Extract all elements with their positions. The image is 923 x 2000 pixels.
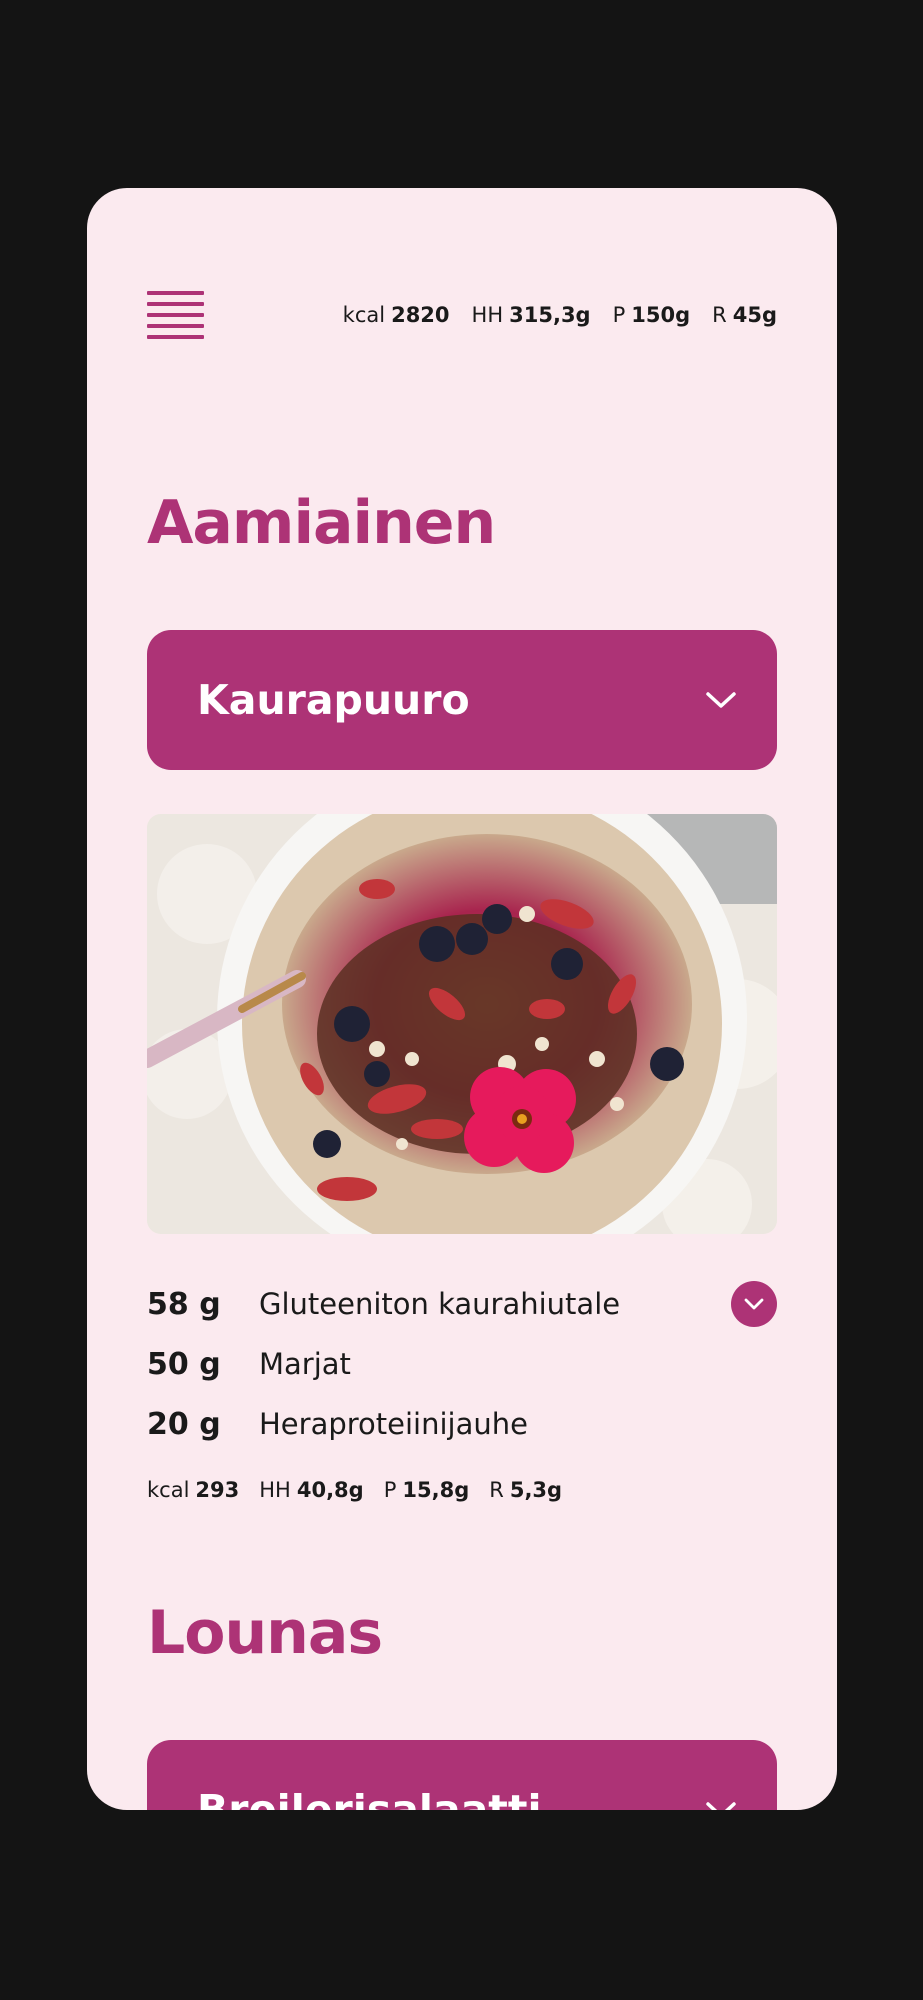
meal-carbs: HH 40,8g xyxy=(259,1478,364,1502)
menu-line xyxy=(147,335,204,339)
meal-name: Kaurapuuro xyxy=(197,676,470,724)
meal-photo xyxy=(147,814,777,1234)
daily-totals: kcal 2820 HH 315,3g P 150g R 45g xyxy=(343,303,777,327)
meal-dropdown-kaurapuuro[interactable]: Kaurapuuro xyxy=(147,630,777,770)
chevron-down-icon xyxy=(706,1802,736,1810)
ingredient-amount: 50 g xyxy=(147,1346,221,1382)
ingredient-amount: 58 g xyxy=(147,1286,221,1322)
section-title-breakfast: Aamiainen xyxy=(147,488,496,558)
meal-dropdown-broilerisalaatti[interactable]: Broilerisalaatti xyxy=(147,1740,777,1810)
menu-line xyxy=(147,324,204,328)
meal-kcal: kcal 293 xyxy=(147,1478,240,1502)
ingredient-name: Marjat xyxy=(259,1347,351,1381)
daily-kcal: kcal 2820 xyxy=(342,303,450,327)
daily-carbs: HH 315,3g xyxy=(471,303,591,327)
ingredient-row: 58 g Gluteeniton kaurahiutale xyxy=(147,1274,777,1334)
ingredient-list: 58 g Gluteeniton kaurahiutale 50 g Marja… xyxy=(147,1274,777,1454)
meal-fat: R 5,3g xyxy=(489,1478,563,1502)
daily-fat: R 45g xyxy=(712,303,777,327)
menu-line xyxy=(147,291,204,295)
ingredient-row: 50 g Marjat xyxy=(147,1334,777,1394)
porridge-bowl-image xyxy=(147,814,777,1234)
app-screen: kcal 2820 HH 315,3g P 150g R 45g Aamiainen K… xyxy=(87,188,837,1810)
hamburger-menu-icon[interactable] xyxy=(147,291,204,339)
ingredient-amount: 20 g xyxy=(147,1406,221,1442)
chevron-down-icon xyxy=(744,1298,764,1310)
meal-totals: kcal 293 HH 40,8g P 15,8g R 5,3g xyxy=(147,1478,562,1502)
ingredient-name: Gluteeniton kaurahiutale xyxy=(259,1287,621,1321)
ingredient-row: 20 g Heraproteiinijauhe xyxy=(147,1394,777,1454)
top-bar: kcal 2820 HH 315,3g P 150g R 45g xyxy=(147,288,777,342)
meal-protein: P 15,8g xyxy=(383,1478,470,1502)
menu-line xyxy=(147,313,204,317)
ingredient-name: Heraproteiinijauhe xyxy=(259,1407,528,1441)
chevron-down-icon xyxy=(706,692,736,708)
ingredients-expand-button[interactable] xyxy=(731,1281,777,1327)
menu-line xyxy=(147,302,204,306)
daily-protein: P 150g xyxy=(612,303,691,327)
section-title-lunch: Lounas xyxy=(147,1598,383,1668)
meal-name: Broilerisalaatti xyxy=(197,1786,542,1810)
